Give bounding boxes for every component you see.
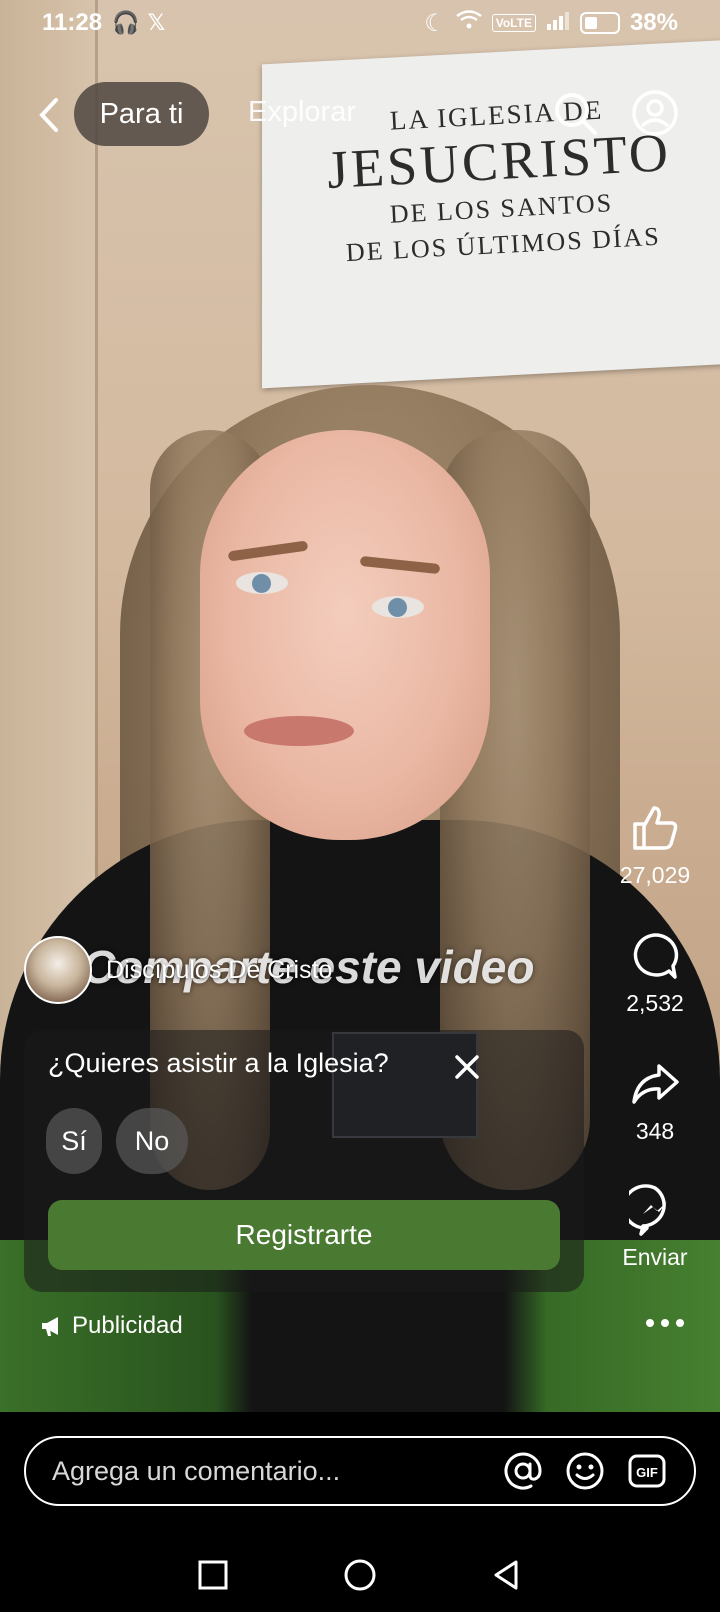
at-icon[interactable] — [502, 1450, 544, 1492]
comment-placeholder[interactable]: Agrega un comentario... — [52, 1456, 482, 1487]
back-triangle-icon[interactable] — [490, 1558, 524, 1592]
author-name[interactable]: Discípulos De Cristo — [106, 956, 332, 985]
share-count: 348 — [635, 1118, 675, 1144]
send-action[interactable]: Enviar — [610, 1184, 700, 1271]
person-eye-right — [372, 596, 424, 618]
ad-question: ¿Quieres asistir a la Iglesia? — [48, 1048, 389, 1078]
home-icon[interactable] — [342, 1557, 378, 1593]
wifi-icon — [455, 9, 482, 37]
status-time: 11:28 — [42, 9, 103, 36]
sponsored-text: Publicidad — [72, 1312, 183, 1339]
battery-icon — [579, 12, 620, 34]
megaphone-icon — [42, 1317, 58, 1336]
option-yes-button[interactable]: Sí — [46, 1108, 102, 1174]
share-action[interactable]: 348 — [610, 1058, 700, 1145]
like-count: 27,029 — [619, 862, 691, 888]
person-lips — [244, 716, 354, 746]
more-options-icon[interactable] — [640, 1308, 690, 1338]
headphones-icon: 🎧 — [112, 10, 140, 35]
ad-card: ¿Quieres asistir a la Iglesia? Sí No Reg… — [24, 1030, 584, 1292]
close-icon[interactable] — [450, 1050, 484, 1084]
battery-percent: 38% — [629, 9, 678, 36]
signal-icon — [546, 9, 570, 37]
tab-explorar[interactable]: Explorar — [248, 96, 356, 129]
profile-icon[interactable] — [630, 88, 680, 138]
option-no-button[interactable]: No — [116, 1108, 188, 1174]
moon-icon: ☾ — [424, 9, 446, 37]
comment-action[interactable]: 2,532 — [610, 930, 700, 1017]
send-label: Enviar — [622, 1244, 688, 1270]
top-nav: Para ti Explorar — [0, 80, 720, 150]
volte-badge: VoLTE — [491, 14, 536, 32]
comment-input[interactable]: Agrega un comentario... GIF — [24, 1436, 696, 1506]
search-icon[interactable] — [550, 88, 600, 138]
like-action[interactable]: 27,029 — [610, 802, 700, 889]
status-bar: 11:28 🎧 𝕏 ☾ VoLTE 38% — [0, 0, 720, 46]
comment-count: 2,532 — [626, 990, 684, 1016]
author-row[interactable]: Discípulos De Cristo — [24, 936, 332, 1004]
thumbs-up-icon[interactable] — [629, 802, 681, 854]
recents-icon[interactable] — [196, 1558, 230, 1592]
share-arrow-icon[interactable] — [629, 1058, 681, 1110]
x-app-icon: 𝕏 — [147, 10, 166, 35]
svg-text:GIF: GIF — [636, 1465, 658, 1480]
emoji-icon[interactable] — [564, 1450, 606, 1492]
system-nav-bar — [0, 1537, 720, 1612]
avatar[interactable] — [24, 936, 92, 1004]
register-button[interactable]: Registrarte — [48, 1200, 560, 1270]
comment-bubble-icon[interactable] — [629, 930, 681, 982]
person-face — [200, 430, 490, 840]
person-eye-left — [236, 572, 288, 594]
sponsored-label: Publicidad — [40, 1312, 183, 1340]
gif-icon[interactable]: GIF — [626, 1450, 668, 1492]
back-icon[interactable] — [30, 90, 70, 140]
bottom-area: Agrega un comentario... GIF — [0, 1412, 720, 1612]
tab-para-ti[interactable]: Para ti — [74, 82, 209, 146]
messenger-icon[interactable] — [629, 1184, 681, 1236]
